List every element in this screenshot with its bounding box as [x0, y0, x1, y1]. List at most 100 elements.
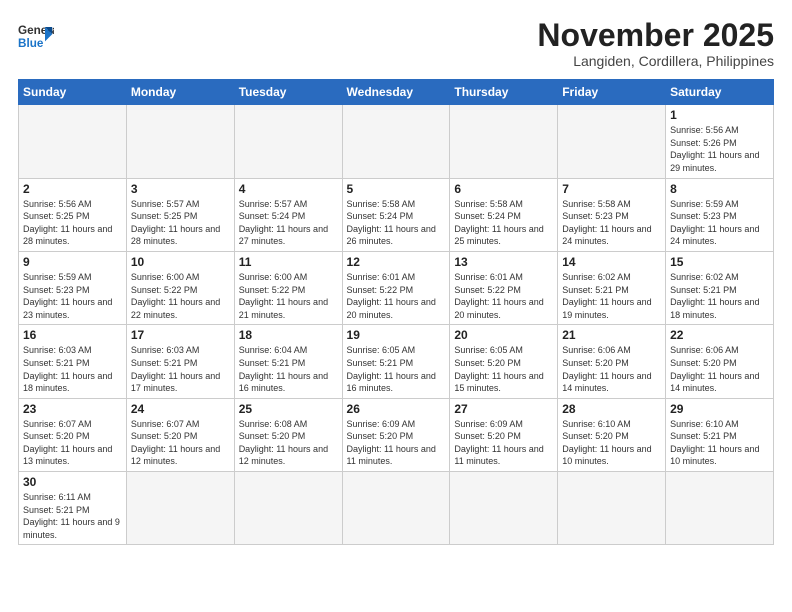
day-number: 14	[562, 255, 661, 269]
calendar-cell: 5 Sunrise: 5:58 AM Sunset: 5:24 PM Daylig…	[342, 178, 450, 251]
calendar-cell: 10 Sunrise: 6:00 AM Sunset: 5:22 PM Dayli…	[126, 251, 234, 324]
day-info: Sunrise: 5:58 AM Sunset: 5:24 PM Dayligh…	[454, 198, 553, 248]
day-info: Sunrise: 5:56 AM Sunset: 5:25 PM Dayligh…	[23, 198, 122, 248]
day-number: 20	[454, 328, 553, 342]
day-number: 25	[239, 402, 338, 416]
calendar-cell: 3 Sunrise: 5:57 AM Sunset: 5:25 PM Daylig…	[126, 178, 234, 251]
day-info: Sunrise: 5:58 AM Sunset: 5:24 PM Dayligh…	[347, 198, 446, 248]
day-info: Sunrise: 5:57 AM Sunset: 5:24 PM Dayligh…	[239, 198, 338, 248]
calendar-cell: 2 Sunrise: 5:56 AM Sunset: 5:25 PM Daylig…	[19, 178, 127, 251]
calendar-cell	[126, 472, 234, 545]
day-number: 28	[562, 402, 661, 416]
day-info: Sunrise: 6:03 AM Sunset: 5:21 PM Dayligh…	[131, 344, 230, 394]
day-info: Sunrise: 6:01 AM Sunset: 5:22 PM Dayligh…	[347, 271, 446, 321]
calendar-cell: 24 Sunrise: 6:07 AM Sunset: 5:20 PM Dayli…	[126, 398, 234, 471]
calendar-cell: 6 Sunrise: 5:58 AM Sunset: 5:24 PM Daylig…	[450, 178, 558, 251]
day-number: 19	[347, 328, 446, 342]
day-number: 1	[670, 108, 769, 122]
day-number: 17	[131, 328, 230, 342]
day-info: Sunrise: 6:07 AM Sunset: 5:20 PM Dayligh…	[23, 418, 122, 468]
calendar-cell: 14Sunrise: 6:02 AM Sunset: 5:21 PM Dayli…	[558, 251, 666, 324]
calendar-cell: 7 Sunrise: 5:58 AM Sunset: 5:23 PM Daylig…	[558, 178, 666, 251]
day-number: 3	[131, 182, 230, 196]
day-number: 26	[347, 402, 446, 416]
day-number: 30	[23, 475, 122, 489]
calendar-cell: 9Sunrise: 5:59 AM Sunset: 5:23 PM Daylig…	[19, 251, 127, 324]
week-row-6: 30Sunrise: 6:11 AM Sunset: 5:21 PM Dayli…	[19, 472, 774, 545]
weekday-header-wednesday: Wednesday	[342, 80, 450, 105]
day-info: Sunrise: 5:59 AM Sunset: 5:23 PM Dayligh…	[670, 198, 769, 248]
day-number: 7	[562, 182, 661, 196]
day-info: Sunrise: 6:00 AM Sunset: 5:22 PM Dayligh…	[239, 271, 338, 321]
weekday-header-tuesday: Tuesday	[234, 80, 342, 105]
day-number: 4	[239, 182, 338, 196]
week-row-1: 1 Sunrise: 5:56 AM Sunset: 5:26 PM Daylig…	[19, 105, 774, 178]
title-block: November 2025 Langiden, Cordillera, Phil…	[537, 18, 774, 69]
day-info: Sunrise: 5:58 AM Sunset: 5:23 PM Dayligh…	[562, 198, 661, 248]
calendar-cell: 18Sunrise: 6:04 AM Sunset: 5:21 PM Dayli…	[234, 325, 342, 398]
calendar-cell	[19, 105, 127, 178]
weekday-header-row: SundayMondayTuesdayWednesdayThursdayFrid…	[19, 80, 774, 105]
calendar-cell: 28 Sunrise: 6:10 AM Sunset: 5:20 PM Dayli…	[558, 398, 666, 471]
calendar-cell: 23Sunrise: 6:07 AM Sunset: 5:20 PM Dayli…	[19, 398, 127, 471]
calendar-cell	[558, 105, 666, 178]
day-info: Sunrise: 6:10 AM Sunset: 5:20 PM Dayligh…	[562, 418, 661, 468]
day-number: 13	[454, 255, 553, 269]
svg-text:Blue: Blue	[18, 37, 44, 50]
week-row-4: 16 Sunrise: 6:03 AM Sunset: 5:21 PM Dayli…	[19, 325, 774, 398]
day-number: 5	[347, 182, 446, 196]
day-number: 2	[23, 182, 122, 196]
day-info: Sunrise: 5:57 AM Sunset: 5:25 PM Dayligh…	[131, 198, 230, 248]
day-info: Sunrise: 6:05 AM Sunset: 5:21 PM Dayligh…	[347, 344, 446, 394]
calendar-cell	[234, 105, 342, 178]
calendar-cell: 22 Sunrise: 6:06 AM Sunset: 5:20 PM Dayli…	[666, 325, 774, 398]
day-number: 6	[454, 182, 553, 196]
day-info: Sunrise: 6:01 AM Sunset: 5:22 PM Dayligh…	[454, 271, 553, 321]
calendar-cell: 16Sunrise: 6:03 AM Sunset: 5:21 PM Dayli…	[19, 325, 127, 398]
logo: General Blue	[18, 18, 54, 54]
day-number: 29	[670, 402, 769, 416]
calendar-cell: 27 Sunrise: 6:09 AM Sunset: 5:20 PM Dayli…	[450, 398, 558, 471]
day-number: 15	[670, 255, 769, 269]
day-number: 21	[562, 328, 661, 342]
day-info: Sunrise: 6:06 AM Sunset: 5:20 PM Dayligh…	[562, 344, 661, 394]
page: General Blue November 2025 Langiden, Cor…	[0, 0, 792, 612]
day-number: 8	[670, 182, 769, 196]
day-info: Sunrise: 6:10 AM Sunset: 5:21 PM Dayligh…	[670, 418, 769, 468]
day-info: Sunrise: 6:02 AM Sunset: 5:21 PM Dayligh…	[670, 271, 769, 321]
calendar-cell	[126, 105, 234, 178]
weekday-header-friday: Friday	[558, 80, 666, 105]
weekday-header-sunday: Sunday	[19, 80, 127, 105]
week-row-5: 23Sunrise: 6:07 AM Sunset: 5:20 PM Dayli…	[19, 398, 774, 471]
calendar-cell: 19 Sunrise: 6:05 AM Sunset: 5:21 PM Dayli…	[342, 325, 450, 398]
day-number: 27	[454, 402, 553, 416]
calendar-cell: 21 Sunrise: 6:06 AM Sunset: 5:20 PM Dayli…	[558, 325, 666, 398]
weekday-header-monday: Monday	[126, 80, 234, 105]
calendar-cell: 4 Sunrise: 5:57 AM Sunset: 5:24 PM Daylig…	[234, 178, 342, 251]
day-info: Sunrise: 6:06 AM Sunset: 5:20 PM Dayligh…	[670, 344, 769, 394]
day-number: 10	[131, 255, 230, 269]
calendar-cell: 20Sunrise: 6:05 AM Sunset: 5:20 PM Dayli…	[450, 325, 558, 398]
calendar-cell: 11Sunrise: 6:00 AM Sunset: 5:22 PM Dayli…	[234, 251, 342, 324]
header: General Blue November 2025 Langiden, Cor…	[18, 18, 774, 69]
day-info: Sunrise: 5:59 AM Sunset: 5:23 PM Dayligh…	[23, 271, 122, 321]
day-info: Sunrise: 6:09 AM Sunset: 5:20 PM Dayligh…	[454, 418, 553, 468]
day-info: Sunrise: 6:00 AM Sunset: 5:22 PM Dayligh…	[131, 271, 230, 321]
day-number: 16	[23, 328, 122, 342]
day-info: Sunrise: 5:56 AM Sunset: 5:26 PM Dayligh…	[670, 124, 769, 174]
day-number: 12	[347, 255, 446, 269]
day-number: 24	[131, 402, 230, 416]
day-number: 22	[670, 328, 769, 342]
calendar-cell	[342, 105, 450, 178]
calendar-cell	[558, 472, 666, 545]
month-title: November 2025	[537, 18, 774, 53]
calendar-cell: 1 Sunrise: 5:56 AM Sunset: 5:26 PM Daylig…	[666, 105, 774, 178]
calendar-cell	[234, 472, 342, 545]
weekday-header-saturday: Saturday	[666, 80, 774, 105]
day-info: Sunrise: 6:09 AM Sunset: 5:20 PM Dayligh…	[347, 418, 446, 468]
day-info: Sunrise: 6:07 AM Sunset: 5:20 PM Dayligh…	[131, 418, 230, 468]
subtitle: Langiden, Cordillera, Philippines	[537, 53, 774, 69]
calendar-cell	[342, 472, 450, 545]
week-row-2: 2 Sunrise: 5:56 AM Sunset: 5:25 PM Daylig…	[19, 178, 774, 251]
calendar-table: SundayMondayTuesdayWednesdayThursdayFrid…	[18, 79, 774, 545]
